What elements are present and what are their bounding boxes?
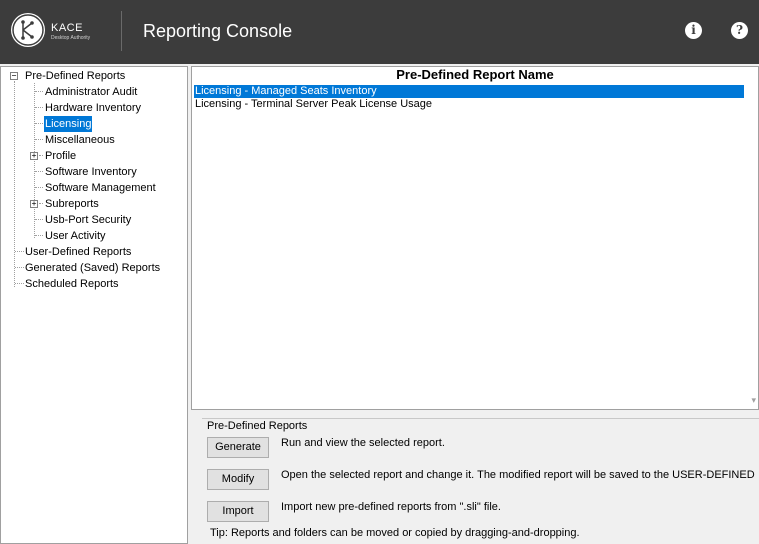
tree-item-pre-defined-reports[interactable]: Pre-Defined Reports [24, 68, 126, 84]
kace-logo-icon [11, 13, 45, 47]
app-header: KACE Desktop Authority Reporting Console… [0, 0, 759, 64]
vertical-scrollbar[interactable]: ▾ [744, 83, 758, 409]
tree-connector [35, 219, 43, 220]
info-icon[interactable]: i [685, 22, 702, 39]
expand-icon[interactable]: + [30, 200, 38, 208]
tree-item-miscellaneous[interactable]: Miscellaneous [44, 132, 116, 148]
page-title: Reporting Console [143, 21, 293, 41]
brand-subtitle: Desktop Authority [51, 35, 91, 41]
tree-connector [15, 251, 24, 252]
collapse-icon[interactable]: − [10, 72, 18, 80]
group-border [202, 418, 759, 419]
brand-name: KACE [51, 22, 83, 34]
help-icon[interactable]: ? [731, 22, 748, 39]
expand-icon[interactable]: + [30, 152, 38, 160]
tree-item-licensing[interactable]: Licensing [44, 116, 93, 132]
report-list[interactable]: Pre-Defined Report Name Licensing - Mana… [191, 66, 759, 410]
tree-item-usb-port-security[interactable]: Usb-Port Security [44, 212, 132, 228]
list-item[interactable]: Licensing - Managed Seats Inventory [194, 85, 745, 98]
tree-connector [39, 203, 43, 204]
tree-item-hardware-inventory[interactable]: Hardware Inventory [44, 100, 142, 116]
tree-connector [35, 187, 43, 188]
tree-connector [35, 123, 43, 124]
tree-item-generated-reports[interactable]: Generated (Saved) Reports [24, 260, 161, 276]
scroll-down-icon[interactable]: ▾ [751, 395, 756, 406]
generate-button[interactable]: Generate [207, 437, 269, 458]
tree-connector [35, 171, 43, 172]
tree-item-scheduled-reports[interactable]: Scheduled Reports [24, 276, 120, 292]
tree-item-profile[interactable]: Profile [44, 148, 77, 164]
import-button[interactable]: Import [207, 501, 269, 522]
tree-item-subreports[interactable]: Subreports [44, 196, 100, 212]
tree-item-software-management[interactable]: Software Management [44, 180, 157, 196]
tree-connector [39, 155, 43, 156]
modify-button[interactable]: Modify [207, 469, 269, 490]
tree-connector [35, 107, 43, 108]
tree-item-user-activity[interactable]: User Activity [44, 228, 107, 244]
tree-connector [15, 283, 24, 284]
list-item[interactable]: Licensing - Terminal Server Peak License… [194, 98, 745, 111]
tip-text: Tip: Reports and folders can be moved or… [210, 527, 580, 539]
tree-connector [35, 235, 43, 236]
tree-connector [35, 139, 43, 140]
tree-connector [15, 267, 24, 268]
import-description: Import new pre-defined reports from ".sl… [281, 501, 501, 513]
report-tree[interactable]: − Pre-Defined Reports Administrator Audi… [0, 66, 188, 544]
tree-item-administrator-audit[interactable]: Administrator Audit [44, 84, 138, 100]
actions-group-title: Pre-Defined Reports [204, 420, 311, 433]
tree-item-user-defined-reports[interactable]: User-Defined Reports [24, 244, 132, 260]
list-column-header[interactable]: Pre-Defined Report Name [192, 67, 758, 83]
header-divider [121, 11, 122, 51]
tree-item-software-inventory[interactable]: Software Inventory [44, 164, 138, 180]
modify-description: Open the selected report and change it. … [281, 469, 755, 481]
tree-connector [14, 81, 15, 287]
tree-connector [35, 91, 43, 92]
generate-description: Run and view the selected report. [281, 437, 445, 449]
